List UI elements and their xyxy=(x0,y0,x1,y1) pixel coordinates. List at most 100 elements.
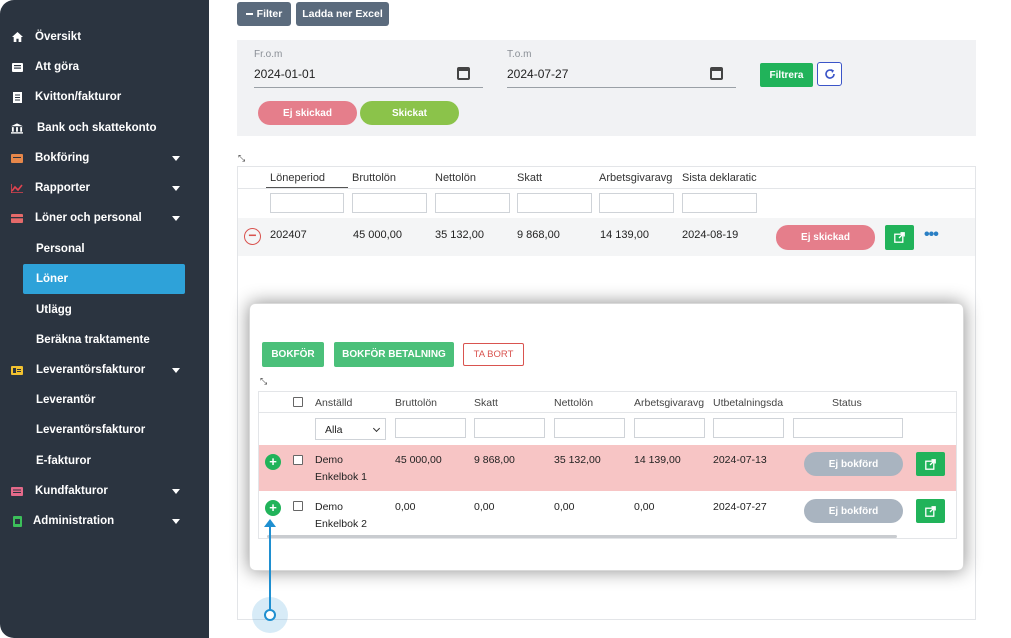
filter-input-bruttolon[interactable] xyxy=(395,418,466,438)
filter-input-nettolon[interactable] xyxy=(435,193,510,213)
sidebar-item-bank[interactable]: Bank och skattekonto xyxy=(0,113,209,143)
wallet-icon xyxy=(11,213,23,223)
salary-detail-popup: BOKFÖR BOKFÖR BETALNING TA BORT ⤡ Anstäl… xyxy=(249,303,964,571)
ej-skickad-filter-button[interactable]: Ej skickad xyxy=(258,101,357,125)
sidebar-subitem-leverantorsfakturor[interactable]: Leverantörsfakturor xyxy=(23,415,185,445)
horizontal-scrollbar[interactable] xyxy=(267,535,897,538)
col-header-bruttolon[interactable]: Bruttolön xyxy=(352,172,396,184)
filter-input-arbetsgivaravg[interactable] xyxy=(599,193,674,213)
filter-input-skatt[interactable] xyxy=(474,418,545,438)
to-date-underline xyxy=(507,87,736,88)
expand-row-icon[interactable]: + xyxy=(265,454,281,470)
row-checkbox[interactable] xyxy=(293,455,303,465)
external-link-icon xyxy=(894,232,905,243)
chevron-down-icon xyxy=(172,518,180,524)
home-icon xyxy=(11,32,23,42)
collapse-row-icon[interactable]: − xyxy=(244,228,261,245)
receipt-icon xyxy=(11,91,23,103)
open-external-button[interactable] xyxy=(916,499,945,523)
from-date-input[interactable]: 2024-01-01 xyxy=(254,67,315,81)
callout-dot-core xyxy=(264,609,276,621)
ta-bort-button[interactable]: TA BORT xyxy=(463,343,524,366)
sidebar-subitem-loner[interactable]: Löner xyxy=(23,264,185,294)
status-badge[interactable]: Ej skickad xyxy=(776,225,875,250)
compress-icon[interactable]: ⤡ xyxy=(238,153,245,164)
status-badge: Ej bokförd xyxy=(804,499,903,523)
refresh-button[interactable] xyxy=(817,62,842,86)
expand-row-icon[interactable]: + xyxy=(265,500,281,516)
table-row: − 202407 45 000,00 35 132,00 9 868,00 14… xyxy=(238,218,975,256)
admin-icon xyxy=(11,515,23,527)
chevron-down-icon xyxy=(172,185,180,191)
open-external-button[interactable] xyxy=(885,225,914,250)
filtrera-button[interactable]: Filtrera xyxy=(760,63,813,87)
sidebar-subitem-leverantor[interactable]: Leverantör xyxy=(23,385,185,415)
sidebar-item-att-gora[interactable]: Att göra xyxy=(0,52,209,82)
skickat-filter-button[interactable]: Skickat xyxy=(360,101,459,125)
to-date-input[interactable]: 2024-07-27 xyxy=(507,67,568,81)
col-header-nettolon[interactable]: Nettolön xyxy=(435,172,476,184)
more-options-icon[interactable]: ••• xyxy=(924,226,939,244)
bokfor-button[interactable]: BOKFÖR xyxy=(262,342,324,367)
chevron-down-icon xyxy=(172,155,180,161)
filter-input-deklaration[interactable] xyxy=(682,193,757,213)
sidebar-subitem-efakturor[interactable]: E-fakturor xyxy=(23,446,185,476)
callout-arrowhead xyxy=(264,519,276,527)
chevron-down-icon xyxy=(372,424,381,433)
row-checkbox[interactable] xyxy=(293,501,303,511)
refresh-icon xyxy=(824,69,835,79)
col-header-status[interactable]: Status xyxy=(832,397,862,409)
col-header-sista-deklaration[interactable]: Sista deklaratic xyxy=(682,172,757,184)
bokfor-betalning-button[interactable]: BOKFÖR BETALNING xyxy=(334,342,454,367)
external-link-icon xyxy=(925,458,936,470)
sidebar-item-loner[interactable]: Löner och personal xyxy=(0,203,209,233)
table-row: + Demo Enkelbok 1 45 000,00 9 868,00 35 … xyxy=(259,445,956,491)
sidebar-subitem-utlagg[interactable]: Utlägg xyxy=(23,295,185,325)
ledger-icon xyxy=(11,153,23,163)
col-header-skatt[interactable]: Skatt xyxy=(517,172,542,184)
sidebar-subitem-traktamente[interactable]: Beräkna traktamente xyxy=(23,325,185,355)
external-link-icon xyxy=(925,505,936,517)
filter-input-utbetalningsdatum[interactable] xyxy=(713,418,784,438)
employee-table: Anställd Bruttolön Skatt Nettolön Arbets… xyxy=(258,391,957,539)
sidebar-item-oversikt[interactable]: Översikt xyxy=(0,22,209,52)
col-header-anstalld[interactable]: Anställd xyxy=(315,397,352,409)
sidebar-item-leverantorsfakturor[interactable]: Leverantörsfakturor xyxy=(0,355,209,385)
select-all-checkbox[interactable] xyxy=(293,397,303,407)
filter-input-nettolon[interactable] xyxy=(554,418,625,438)
anstalld-filter-select[interactable]: Alla xyxy=(315,418,386,440)
calendar-icon[interactable] xyxy=(710,67,723,80)
sidebar-item-bokforing[interactable]: Bokföring xyxy=(0,143,209,173)
calendar-icon[interactable] xyxy=(457,67,470,80)
filter-input-bruttolon[interactable] xyxy=(352,193,427,213)
col-header-utbetalningsdatum[interactable]: Utbetalningsda xyxy=(713,397,788,409)
col-header-skatt[interactable]: Skatt xyxy=(474,397,498,409)
table-row: + Demo Enkelbok 2 0,00 0,00 0,00 0,00 20… xyxy=(259,492,956,536)
col-header-nettolon[interactable]: Nettolön xyxy=(554,397,593,409)
sidebar-subitem-personal[interactable]: Personal xyxy=(23,234,185,264)
chevron-down-icon xyxy=(172,367,180,373)
download-excel-button[interactable]: Ladda ner Excel xyxy=(296,2,389,26)
from-date-underline xyxy=(254,87,483,88)
filter-input-loneperiod[interactable] xyxy=(270,193,344,213)
to-label: T.o.m xyxy=(507,49,532,60)
col-header-arbetsgivaravg[interactable]: Arbetsgivaravg xyxy=(599,172,672,184)
filter-panel: Fr.o.m 2024-01-01 T.o.m 2024-07-27 Filtr… xyxy=(237,40,976,136)
filter-input-arbetsgivaravg[interactable] xyxy=(634,418,705,438)
from-label: Fr.o.m xyxy=(254,49,283,60)
sidebar: Översikt Att göra Kvitton/fakturor Bank … xyxy=(0,0,209,638)
chevron-down-icon xyxy=(172,488,180,494)
filter-input-skatt[interactable] xyxy=(517,193,592,213)
sidebar-item-kundfakturor[interactable]: Kundfakturor xyxy=(0,476,209,506)
col-header-loneperiod[interactable]: Löneperiod xyxy=(270,172,325,184)
chart-icon xyxy=(11,183,23,193)
filter-toggle-button[interactable]: Filter xyxy=(237,2,291,26)
compress-icon[interactable]: ⤡ xyxy=(260,376,267,387)
col-header-bruttolon[interactable]: Bruttolön xyxy=(395,397,437,409)
col-header-arbetsgivaravg[interactable]: Arbetsgivaravg xyxy=(634,397,709,409)
sidebar-item-kvitton[interactable]: Kvitton/fakturor xyxy=(0,82,209,112)
sidebar-item-rapporter[interactable]: Rapporter xyxy=(0,173,209,203)
open-external-button[interactable] xyxy=(916,452,945,476)
sidebar-item-administration[interactable]: Administration xyxy=(0,506,209,536)
filter-input-status[interactable] xyxy=(793,418,903,438)
